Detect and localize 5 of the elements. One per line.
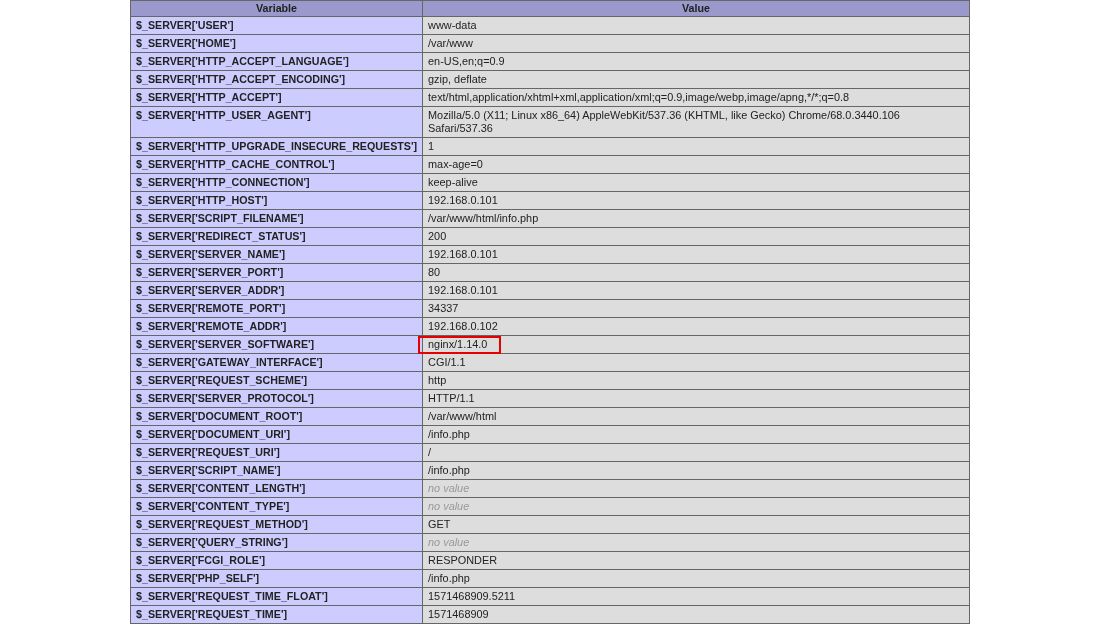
variable-cell: $_SERVER['HTTP_USER_AGENT'] [130, 106, 423, 138]
column-header: Value [422, 0, 970, 17]
highlighted-value: nginx/1.14.0 [418, 336, 502, 354]
column-header: Variable [130, 0, 423, 17]
value-cell: Mozilla/5.0 (X11; Linux x86_64) AppleWebKit/537.36 (KHTML, like Gecko) Chrome/68.0.3440.106 Safari/537.36 [422, 106, 970, 138]
